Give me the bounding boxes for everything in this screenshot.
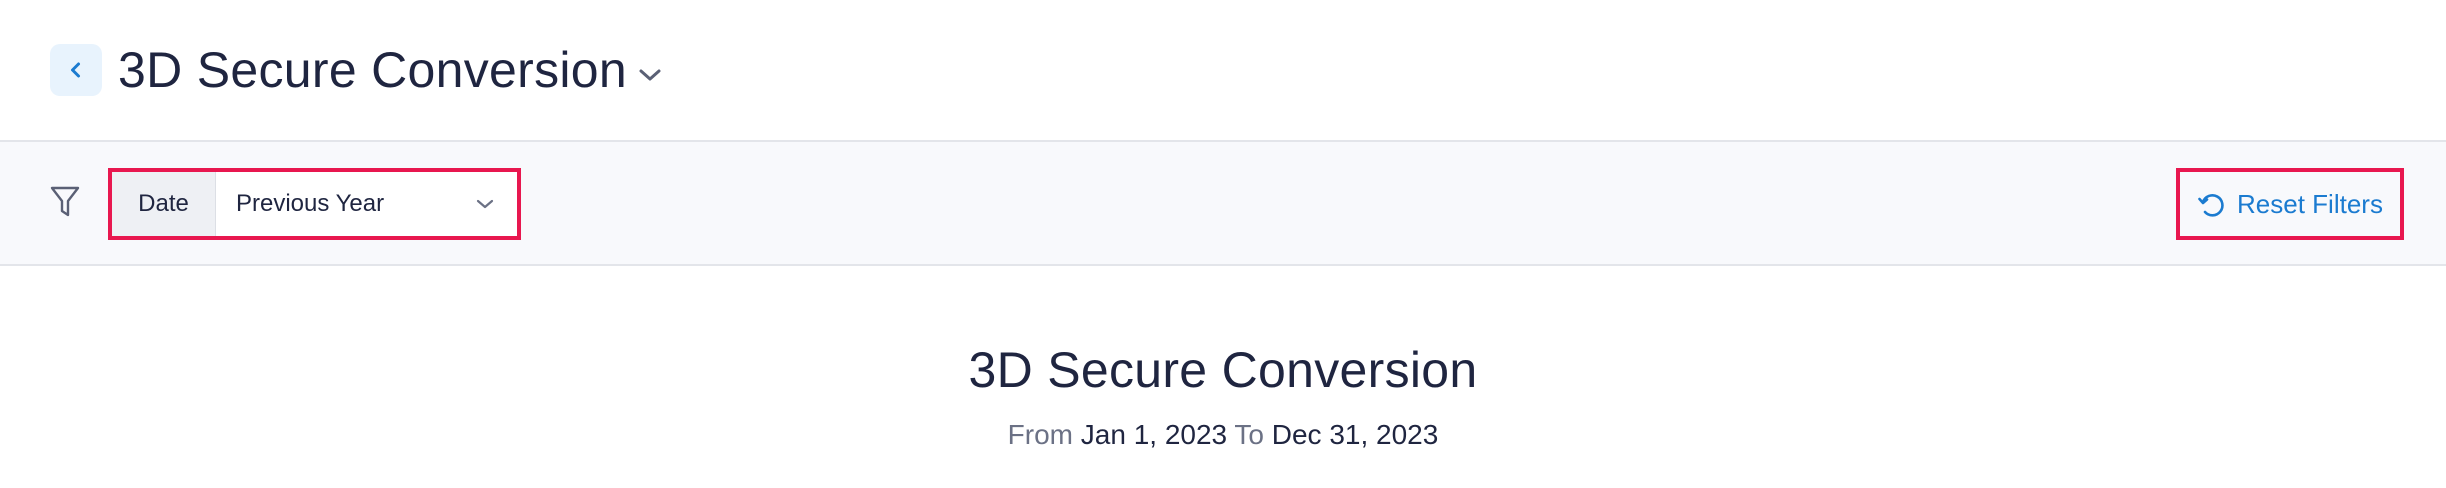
reset-filters-label: Reset Filters (2237, 188, 2383, 219)
chevron-down-icon (476, 199, 494, 209)
date-filter-select[interactable]: Previous Year (216, 172, 517, 236)
funnel-icon[interactable] (50, 185, 80, 219)
chevron-down-icon (639, 69, 661, 81)
back-button[interactable] (50, 44, 102, 96)
refresh-icon (2198, 194, 2224, 217)
page-header: 3D Secure Conversion (0, 0, 2446, 140)
range-to-date: Dec 31, 2023 (1271, 419, 1439, 450)
report-date-range: From Jan 1, 2023 To Dec 31, 2023 (0, 416, 2446, 454)
range-from-date: Jan 1, 2023 (1080, 419, 1228, 450)
date-filter-label: Date (112, 172, 216, 236)
date-filter: Date Previous Year (108, 168, 521, 240)
report-title: 3D Secure Conversion (968, 342, 1478, 398)
filter-bar: Date Previous Year Reset Filters (0, 140, 2446, 266)
range-to-label: To (1234, 419, 1264, 450)
chevron-left-icon (71, 62, 80, 78)
date-filter-value: Previous Year (236, 190, 385, 217)
range-from-label: From (1007, 419, 1073, 450)
page-title: 3D Secure Conversion (118, 42, 628, 98)
reset-filters-button[interactable]: Reset Filters (2176, 168, 2404, 240)
title-dropdown-button[interactable] (637, 66, 663, 84)
